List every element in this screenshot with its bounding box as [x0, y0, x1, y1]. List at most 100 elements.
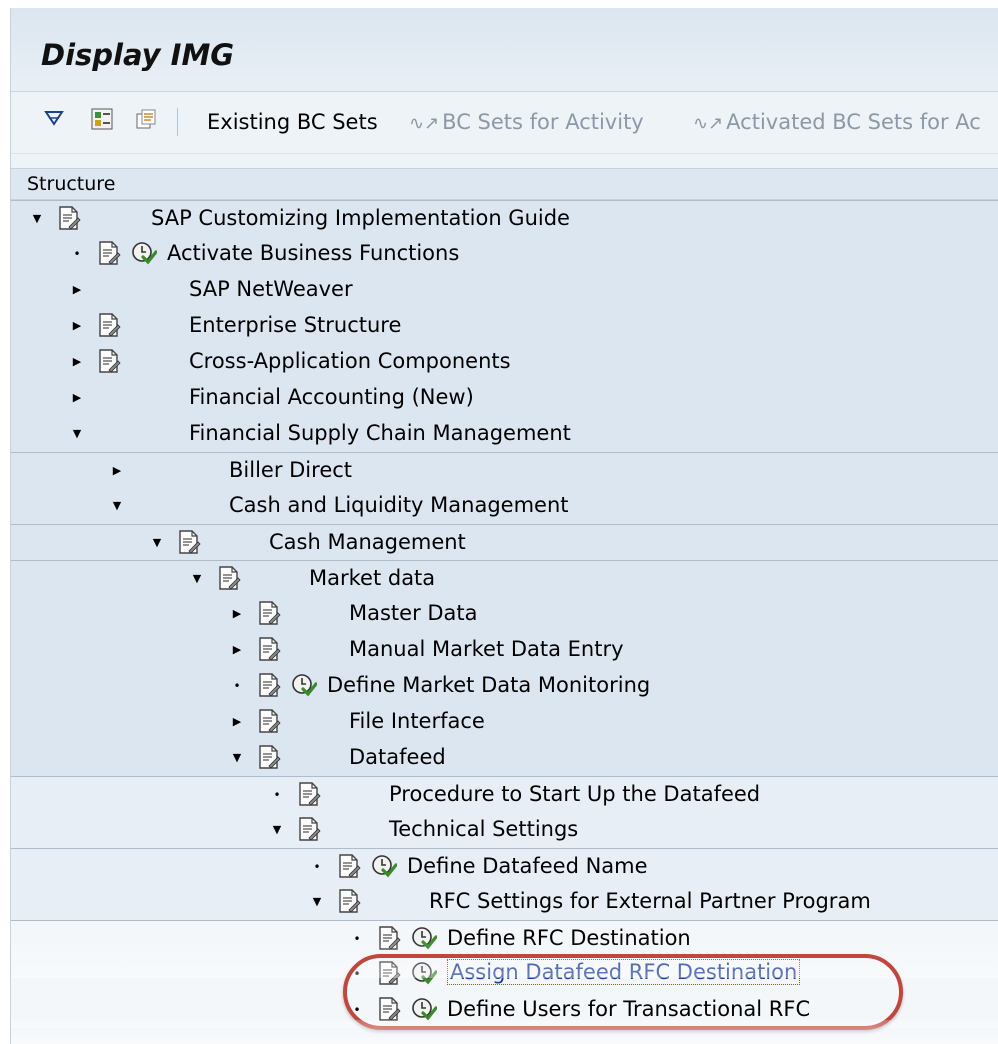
find-icon[interactable] — [41, 106, 67, 132]
tree-row[interactable]: • Define Market Data Monitoring — [11, 668, 998, 704]
tree-row[interactable]: ▶ File Interface — [11, 704, 998, 740]
tree-node-label[interactable]: Financial Accounting (New) — [189, 385, 474, 409]
tree-row[interactable]: ▼ Technical Settings — [11, 812, 998, 848]
documentation-icon[interactable] — [377, 960, 403, 988]
expand-node-icon[interactable]: ▶ — [229, 712, 245, 732]
tree-row[interactable]: ▶ Manual Market Data Entry — [11, 632, 998, 668]
expand-node-icon[interactable]: ▶ — [229, 640, 245, 660]
tree-node-label[interactable]: Define RFC Destination — [447, 926, 691, 950]
tree-node-label[interactable]: Activate Business Functions — [167, 241, 459, 265]
execute-activity-icon[interactable] — [291, 672, 319, 700]
tree-node-label[interactable]: Master Data — [349, 601, 478, 625]
documentation-icon[interactable] — [377, 925, 403, 953]
documentation-icon[interactable] — [217, 565, 243, 593]
bc-sets-icon: ∿↗ — [409, 113, 440, 134]
expand-node-icon[interactable]: ▶ — [229, 604, 245, 624]
tree-node-label[interactable]: RFC Settings for External Partner Progra… — [429, 889, 871, 913]
activated-bc-sets-button[interactable]: ∿↗ Activated BC Sets for Ac — [693, 110, 981, 134]
tree-row[interactable]: ▼ Financial Supply Chain Management — [11, 416, 998, 452]
tree-node-label[interactable]: Enterprise Structure — [189, 313, 401, 337]
documentation-icon[interactable] — [337, 853, 363, 881]
bc-sets-for-activity-label: BC Sets for Activity — [442, 110, 644, 134]
tree-node-label[interactable]: File Interface — [349, 709, 485, 733]
collapse-node-icon[interactable]: ▼ — [229, 748, 245, 768]
tree-row[interactable]: ▼ Datafeed — [11, 740, 998, 776]
documentation-icon[interactable] — [97, 240, 123, 268]
documentation-icon[interactable] — [97, 312, 123, 340]
tree-row[interactable]: • Procedure to Start Up the Datafeed — [11, 776, 998, 812]
tree-node-label[interactable]: Define Market Data Monitoring — [327, 673, 650, 697]
expand-node-icon[interactable]: ▶ — [69, 280, 85, 300]
documentation-icon[interactable] — [257, 600, 283, 628]
bc-sets-for-activity-button[interactable]: ∿↗ BC Sets for Activity — [409, 110, 644, 134]
documentation-icon[interactable] — [57, 205, 83, 233]
tree-row[interactable]: ▶ Enterprise Structure — [11, 308, 998, 344]
tree-row[interactable]: • Define RFC Destination — [11, 920, 998, 956]
collapse-node-icon[interactable]: ▼ — [69, 424, 85, 444]
tree-node-label[interactable]: SAP Customizing Implementation Guide — [151, 206, 570, 230]
tree-row[interactable]: ▶ Cross-Application Components — [11, 344, 998, 380]
documentation-icon[interactable] — [257, 672, 283, 700]
tree-row[interactable]: ▶ Financial Accounting (New) — [11, 380, 998, 416]
tree-row[interactable]: ▶ Master Data — [11, 596, 998, 632]
tree-row[interactable]: ▼ Market data — [11, 560, 998, 596]
tree-node-label[interactable]: Assign Datafeed RFC Destination — [447, 959, 801, 985]
tree-node-label[interactable]: Cross-Application Components — [189, 349, 511, 373]
execute-activity-icon[interactable] — [411, 960, 439, 988]
execute-activity-icon[interactable] — [131, 240, 159, 268]
collapse-node-icon[interactable]: ▼ — [109, 496, 125, 516]
expand-node-icon[interactable]: ▶ — [109, 461, 125, 481]
tree-row[interactable]: ▼ Cash and Liquidity Management — [11, 488, 998, 524]
documentation-icon[interactable] — [257, 636, 283, 664]
tree-node-label[interactable]: Cash and Liquidity Management — [229, 493, 569, 517]
expand-node-icon[interactable]: ▶ — [69, 316, 85, 336]
tree-row[interactable]: • Assign Datafeed RFC Destination — [11, 956, 998, 992]
documentation-icon[interactable] — [177, 529, 203, 557]
activated-bc-sets-label: Activated BC Sets for Ac — [726, 110, 981, 134]
tree-node-label[interactable]: Financial Supply Chain Management — [189, 421, 571, 445]
tree-node-label[interactable]: Manual Market Data Entry — [349, 637, 624, 661]
sap-window: Display IMG Existing BC Sets ∿↗ BC Sets f… — [10, 8, 998, 1044]
collapse-node-icon[interactable]: ▼ — [189, 569, 205, 589]
tree-row[interactable]: ▶ Biller Direct — [11, 452, 998, 488]
expand-icon[interactable] — [89, 106, 115, 132]
leaf-bullet-icon: • — [353, 967, 361, 981]
toolbar-separator — [177, 108, 178, 136]
execute-activity-icon[interactable] — [371, 853, 399, 881]
copy-icon[interactable] — [133, 106, 159, 132]
tree-node-label[interactable]: Procedure to Start Up the Datafeed — [389, 782, 760, 806]
tree-node-label[interactable]: Biller Direct — [229, 458, 352, 482]
documentation-icon[interactable] — [337, 888, 363, 916]
collapse-node-icon[interactable]: ▼ — [269, 820, 285, 840]
tree-row[interactable]: ▼ RFC Settings for External Partner Progr… — [11, 884, 998, 920]
collapse-node-icon[interactable]: ▼ — [309, 892, 325, 912]
expand-node-icon[interactable]: ▶ — [69, 352, 85, 372]
documentation-icon[interactable] — [97, 348, 123, 376]
collapse-node-icon[interactable]: ▼ — [29, 209, 45, 229]
tree-node-label[interactable]: Technical Settings — [389, 817, 578, 841]
tree-row[interactable]: • Activate Business Functions — [11, 236, 998, 272]
documentation-icon[interactable] — [377, 996, 403, 1024]
tree-row[interactable]: ▼ SAP Customizing Implementation Guide — [11, 200, 998, 236]
execute-activity-icon[interactable] — [411, 925, 439, 953]
tree-node-label[interactable]: Define Users for Transactional RFC — [447, 997, 810, 1021]
tree-node-label[interactable]: SAP NetWeaver — [189, 277, 353, 301]
tree-row[interactable]: • Define Datafeed Name — [11, 848, 998, 884]
documentation-icon[interactable] — [257, 708, 283, 736]
tree-row[interactable]: • Define Users for Transactional RFC — [11, 992, 998, 1028]
tree-node-label[interactable]: Define Datafeed Name — [407, 854, 648, 878]
execute-activity-icon[interactable] — [411, 996, 439, 1024]
collapse-node-icon[interactable]: ▼ — [149, 533, 165, 553]
tree-rows: ▼ SAP Customizing Implementation Guide • Ac… — [11, 200, 998, 1028]
tree-node-label[interactable]: Datafeed — [349, 745, 446, 769]
tree-node-label[interactable]: Market data — [309, 566, 435, 590]
tree-row[interactable]: ▶ SAP NetWeaver — [11, 272, 998, 308]
documentation-icon[interactable] — [257, 744, 283, 772]
tree-row[interactable]: ▼ Cash Management — [11, 524, 998, 560]
page-title: Display IMG — [41, 38, 235, 72]
tree-node-label[interactable]: Cash Management — [269, 530, 466, 554]
expand-node-icon[interactable]: ▶ — [69, 388, 85, 408]
existing-bc-sets-button[interactable]: Existing BC Sets — [207, 110, 378, 134]
documentation-icon[interactable] — [297, 816, 323, 844]
documentation-icon[interactable] — [297, 781, 323, 809]
